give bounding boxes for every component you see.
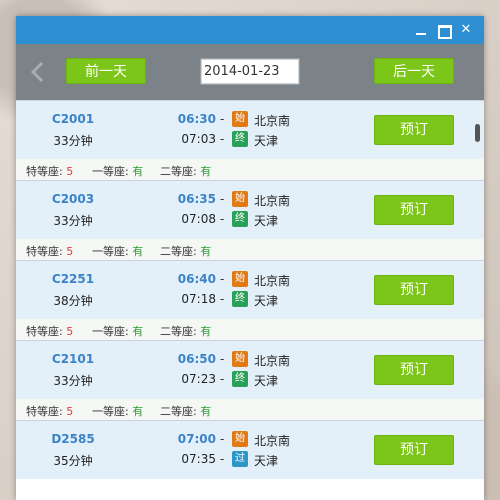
- seat-availability: 特等座: 5 一等座: 有 二等座: 有: [16, 159, 484, 181]
- seat-second-class: 二等座: 有: [160, 245, 212, 258]
- origin-badge: 始: [232, 111, 248, 127]
- departure-time: 06:50: [177, 352, 216, 366]
- app-window: ✕ 前一天 2014-01-23 后一天 C2001 33分钟 06:30 07…: [16, 16, 484, 500]
- train-number[interactable]: D2585: [48, 432, 98, 446]
- book-button[interactable]: 预订: [374, 275, 454, 305]
- book-button[interactable]: 预订: [374, 435, 454, 465]
- separator: -: [220, 112, 225, 126]
- duration: 33分钟: [53, 374, 93, 388]
- from-station: 北京南: [254, 114, 291, 128]
- separator: -: [220, 452, 225, 466]
- separator: -: [220, 132, 225, 146]
- arrival-time: 07:35: [181, 452, 216, 466]
- separator: -: [220, 272, 225, 286]
- toolbar: 前一天 2014-01-23 后一天: [16, 44, 484, 100]
- scrollbar-thumb[interactable]: [475, 124, 480, 142]
- seat-availability: 特等座: 5 一等座: 有 二等座: 有: [16, 399, 484, 421]
- origin-badge: 始: [232, 271, 248, 287]
- arrival-time: 07:23: [181, 372, 216, 386]
- train-row: C2101 33分钟 06:50 07:23 - - 始 终 北京南 天津 预订…: [16, 340, 484, 421]
- to-station: 天津: [254, 214, 279, 228]
- arrival-time: 07:03: [181, 132, 216, 146]
- pass-through-badge: 过: [232, 451, 248, 467]
- terminal-badge: 终: [232, 291, 248, 307]
- origin-badge: 始: [232, 191, 248, 207]
- terminal-badge: 终: [232, 211, 248, 227]
- separator: -: [220, 432, 225, 446]
- origin-badge: 始: [232, 351, 248, 367]
- title-bar[interactable]: ✕: [16, 16, 484, 44]
- origin-badge: 始: [232, 431, 248, 447]
- train-row: C2001 33分钟 06:30 07:03 - - 始 终 北京南 天津 预订…: [16, 100, 484, 181]
- arrival-time: 07:18: [181, 292, 216, 306]
- duration: 33分钟: [53, 214, 93, 228]
- book-button[interactable]: 预订: [374, 355, 454, 385]
- separator: -: [220, 212, 225, 226]
- train-row-main: C2001 33分钟 06:30 07:03 - - 始 终 北京南 天津 预订: [16, 101, 484, 159]
- train-row-main: C2003 33分钟 06:35 07:08 - - 始 终 北京南 天津 预订: [16, 181, 484, 239]
- separator: -: [220, 292, 225, 306]
- seat-premium: 特等座: 5: [26, 245, 74, 258]
- train-number[interactable]: C2251: [48, 272, 98, 286]
- train-row-main: D2585 35分钟 07:00 07:35 - - 始 过 北京南 天津 预订: [16, 421, 484, 479]
- to-station: 天津: [254, 374, 279, 388]
- arrival-time: 07:08: [181, 212, 216, 226]
- train-list[interactable]: C2001 33分钟 06:30 07:03 - - 始 终 北京南 天津 预订…: [16, 100, 484, 500]
- seat-second-class: 二等座: 有: [160, 405, 212, 418]
- train-number[interactable]: C2003: [48, 192, 98, 206]
- seat-premium: 特等座: 5: [26, 405, 74, 418]
- from-station: 北京南: [254, 434, 291, 448]
- date-field[interactable]: 2014-01-23: [200, 58, 300, 85]
- seat-availability: 特等座: 5 一等座: 有 二等座: 有: [16, 239, 484, 261]
- minimize-icon[interactable]: [412, 21, 430, 39]
- book-button[interactable]: 预订: [374, 115, 454, 145]
- terminal-badge: 终: [232, 371, 248, 387]
- train-row: C2003 33分钟 06:35 07:08 - - 始 终 北京南 天津 预订…: [16, 180, 484, 261]
- to-station: 天津: [254, 294, 279, 308]
- train-row-main: C2101 33分钟 06:50 07:23 - - 始 终 北京南 天津 预订: [16, 341, 484, 399]
- from-station: 北京南: [254, 274, 291, 288]
- train-row: C2251 38分钟 06:40 07:18 - - 始 终 北京南 天津 预订…: [16, 260, 484, 341]
- to-station: 天津: [254, 134, 279, 148]
- seat-first-class: 一等座: 有: [92, 245, 144, 258]
- seat-premium: 特等座: 5: [26, 165, 74, 178]
- departure-time: 06:40: [177, 272, 216, 286]
- separator: -: [220, 352, 225, 366]
- departure-time: 06:35: [177, 192, 216, 206]
- seat-first-class: 一等座: 有: [92, 325, 144, 338]
- train-row: D2585 35分钟 07:00 07:35 - - 始 过 北京南 天津 预订: [16, 420, 484, 500]
- duration: 38分钟: [53, 294, 93, 308]
- seat-second-class: 二等座: 有: [160, 325, 212, 338]
- close-icon[interactable]: ✕: [457, 21, 475, 39]
- train-number[interactable]: C2101: [48, 352, 98, 366]
- separator: -: [220, 192, 225, 206]
- seat-first-class: 一等座: 有: [92, 405, 144, 418]
- chevron-left-icon[interactable]: [28, 60, 48, 84]
- seat-availability: 特等座: 5 一等座: 有 二等座: 有: [16, 319, 484, 341]
- seat-first-class: 一等座: 有: [92, 165, 144, 178]
- next-day-button[interactable]: 后一天: [374, 58, 454, 84]
- duration: 33分钟: [53, 134, 93, 148]
- to-station: 天津: [254, 454, 279, 468]
- book-button[interactable]: 预订: [374, 195, 454, 225]
- seat-premium: 特等座: 5: [26, 325, 74, 338]
- maximize-icon[interactable]: [434, 21, 452, 39]
- from-station: 北京南: [254, 354, 291, 368]
- prev-day-button[interactable]: 前一天: [66, 58, 146, 84]
- separator: -: [220, 372, 225, 386]
- departure-time: 07:00: [177, 432, 216, 446]
- terminal-badge: 终: [232, 131, 248, 147]
- train-number[interactable]: C2001: [48, 112, 98, 126]
- seat-second-class: 二等座: 有: [160, 165, 212, 178]
- train-row-main: C2251 38分钟 06:40 07:18 - - 始 终 北京南 天津 预订: [16, 261, 484, 319]
- duration: 35分钟: [53, 454, 93, 468]
- departure-time: 06:30: [177, 112, 216, 126]
- from-station: 北京南: [254, 194, 291, 208]
